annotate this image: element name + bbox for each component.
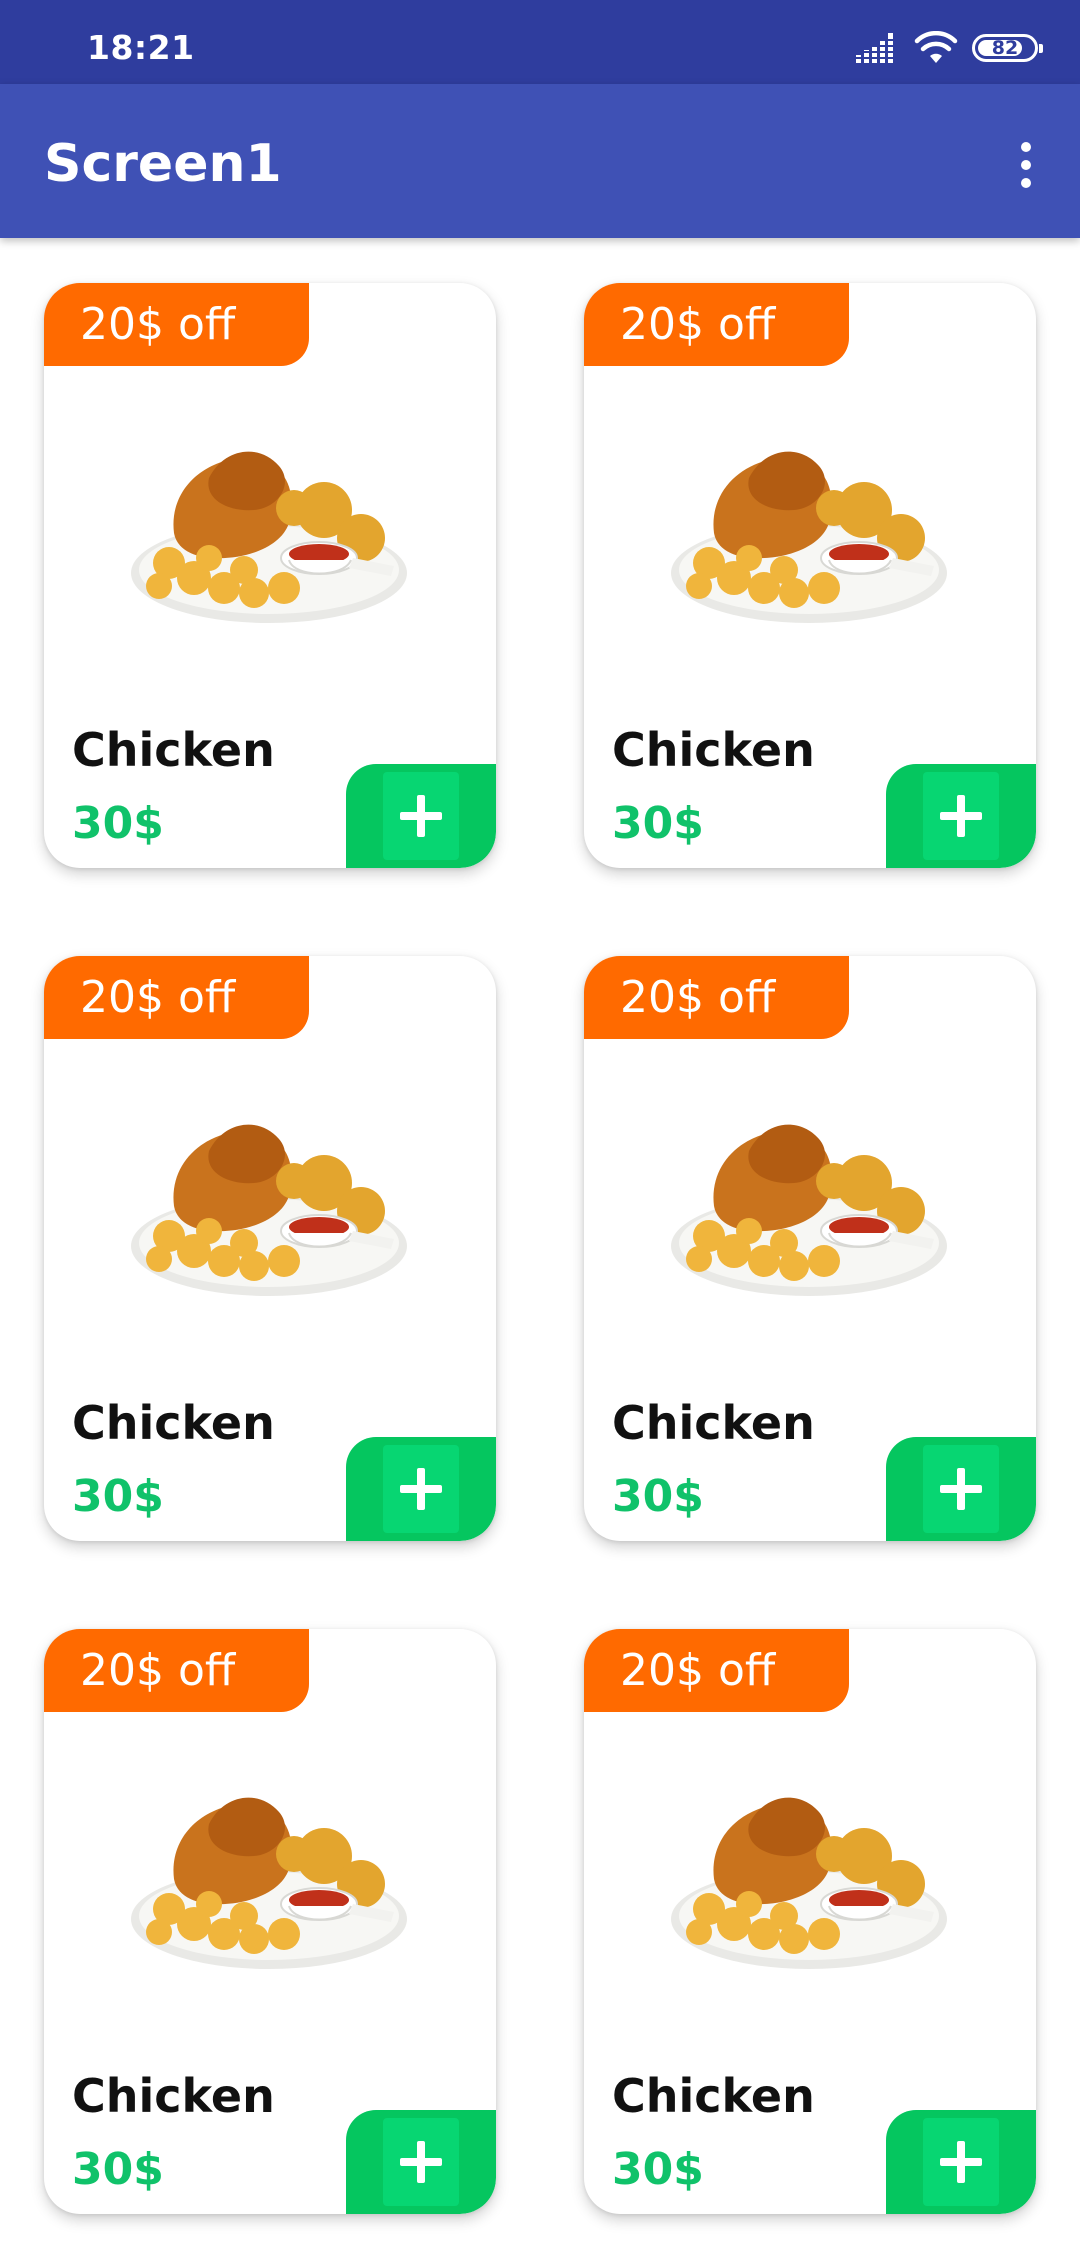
app-bar: Screen1 xyxy=(0,84,1080,238)
product-price: 30$ xyxy=(612,1471,704,1522)
plus-icon xyxy=(400,795,442,837)
fried-chicken-plate-image xyxy=(131,451,407,623)
signal-icon xyxy=(856,33,900,63)
wifi-icon xyxy=(914,31,958,63)
product-grid: 20$ off Chicken 30$ 20$ off Chicken 30$ … xyxy=(0,238,1080,2244)
product-card-3[interactable]: 20$ off Chicken 30$ xyxy=(44,956,496,1541)
add-to-cart-button[interactable] xyxy=(886,1437,1036,1541)
plus-icon xyxy=(940,2141,982,2183)
product-card-4[interactable]: 20$ off Chicken 30$ xyxy=(584,956,1036,1541)
product-name: Chicken xyxy=(612,1396,815,1450)
product-name: Chicken xyxy=(72,1396,275,1450)
battery-level: 82 xyxy=(991,37,1019,59)
plus-icon xyxy=(400,1468,442,1510)
status-time: 18:21 xyxy=(87,28,195,67)
product-name: Chicken xyxy=(72,2069,275,2123)
plus-icon xyxy=(400,2141,442,2183)
product-price: 30$ xyxy=(612,2144,704,2195)
product-card-5[interactable]: 20$ off Chicken 30$ xyxy=(44,1629,496,2214)
fried-chicken-plate-image xyxy=(671,1124,947,1296)
fried-chicken-plate-image xyxy=(671,1797,947,1969)
discount-badge: 20$ off xyxy=(44,1629,309,1712)
add-to-cart-button[interactable] xyxy=(346,2110,496,2214)
discount-badge: 20$ off xyxy=(584,956,849,1039)
plus-icon xyxy=(940,1468,982,1510)
more-vert-icon[interactable] xyxy=(994,128,1058,202)
plus-icon xyxy=(940,795,982,837)
product-price: 30$ xyxy=(72,1471,164,1522)
status-icons: 82 xyxy=(856,30,1043,66)
fried-chicken-plate-image xyxy=(131,1124,407,1296)
fried-chicken-plate-image xyxy=(131,1797,407,1969)
discount-badge: 20$ off xyxy=(584,1629,849,1712)
app-title: Screen1 xyxy=(44,134,282,194)
product-card-2[interactable]: 20$ off Chicken 30$ xyxy=(584,283,1036,868)
add-to-cart-button[interactable] xyxy=(346,1437,496,1541)
product-card-1[interactable]: 20$ off Chicken 30$ xyxy=(44,283,496,868)
battery-icon: 82 xyxy=(972,34,1043,62)
product-price: 30$ xyxy=(72,798,164,849)
fried-chicken-plate-image xyxy=(671,451,947,623)
discount-badge: 20$ off xyxy=(44,283,309,366)
add-to-cart-button[interactable] xyxy=(886,2110,1036,2214)
product-price: 30$ xyxy=(612,798,704,849)
discount-badge: 20$ off xyxy=(44,956,309,1039)
product-name: Chicken xyxy=(612,723,815,777)
add-to-cart-button[interactable] xyxy=(346,764,496,868)
add-to-cart-button[interactable] xyxy=(886,764,1036,868)
status-bar: 18:21 82 xyxy=(0,0,1080,84)
product-card-6[interactable]: 20$ off Chicken 30$ xyxy=(584,1629,1036,2214)
discount-badge: 20$ off xyxy=(584,283,849,366)
product-name: Chicken xyxy=(612,2069,815,2123)
product-price: 30$ xyxy=(72,2144,164,2195)
product-name: Chicken xyxy=(72,723,275,777)
